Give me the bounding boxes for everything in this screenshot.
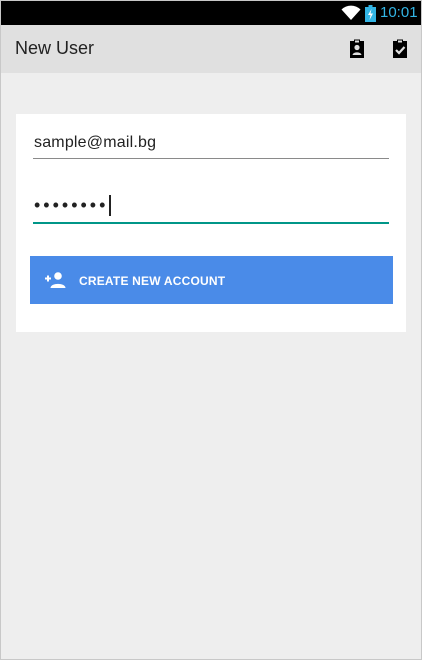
password-input-value[interactable]: •••••••• [34, 195, 108, 216]
status-bar: 10:01 [1, 1, 421, 25]
email-input-value[interactable]: sample@mail.bg [34, 134, 156, 152]
clipboard-account-icon [350, 39, 364, 58]
email-field[interactable]: sample@mail.bg [33, 130, 389, 170]
password-field[interactable]: •••••••• [33, 192, 389, 232]
page-title: New User [15, 38, 95, 58]
toolbar: New User [1, 25, 421, 73]
signup-card: sample@mail.bg •••••••• CREATE NEW ACCOU… [16, 114, 406, 332]
text-cursor [109, 195, 111, 216]
create-account-button[interactable]: CREATE NEW ACCOUNT [30, 256, 393, 304]
battery-icon [365, 5, 376, 22]
wifi-icon [341, 5, 361, 20]
person-add-icon [45, 272, 66, 288]
clipboard-check-icon [393, 39, 407, 58]
contacts-button[interactable] [345, 37, 369, 61]
create-account-label: CREATE NEW ACCOUNT [79, 274, 226, 288]
confirm-button[interactable] [388, 37, 412, 61]
status-clock: 10:01 [380, 4, 418, 21]
app-frame: 10:01 New User sample@mail.bg •••••••• C… [0, 0, 422, 660]
email-underline [33, 158, 389, 159]
password-underline-focused [33, 222, 389, 224]
